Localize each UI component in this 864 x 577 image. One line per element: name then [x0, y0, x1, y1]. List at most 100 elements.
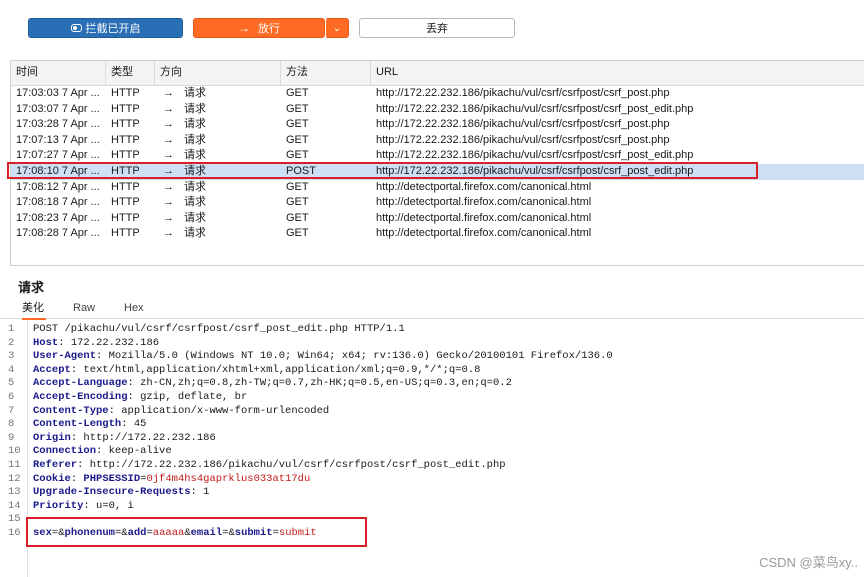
- cell-time: 17:07:13 7 Apr ...: [16, 133, 100, 146]
- header-name: Accept: [33, 363, 71, 376]
- line-content: Accept-Language: zh-CN,zh;q=0.8,zh-TW;q=…: [33, 377, 512, 391]
- table-row[interactable]: 17:08:23 7 Apr ... HTTP → 请求 GET http://detec…: [11, 211, 864, 227]
- cell-dir: → 请求: [155, 102, 281, 118]
- cell-method: GET: [286, 118, 309, 131]
- cell-time: 17:08:28 7 Apr ...: [16, 227, 100, 240]
- arrow-right-icon: →: [163, 211, 174, 224]
- header-value: zh-CN,zh;q=0.8,zh-TW;q=0.7,zh-HK;q=0.5,e…: [140, 377, 512, 390]
- arrow-right-icon: →: [163, 149, 174, 162]
- column-header-type[interactable]: 类型: [106, 61, 155, 85]
- line-number: 14: [8, 499, 21, 512]
- line-content: Content-Length: 45: [33, 418, 146, 432]
- line-content: Priority: u=0, i: [33, 500, 134, 514]
- cell-type: HTTP: [111, 87, 140, 99]
- forward-options-button[interactable]: ⌄: [325, 18, 349, 38]
- line-content: Referer: http://172.22.232.186/pikachu/v…: [33, 459, 506, 473]
- cookie-value: 0jf4m4hs4gaprklus033at17du: [146, 472, 311, 485]
- arrow-right-icon: →: [163, 133, 174, 146]
- table-row[interactable]: 17:07:13 7 Apr ... HTTP → 请求 GET http://172.2…: [11, 133, 864, 149]
- table-row[interactable]: 17:03:28 7 Apr ... HTTP → 请求 GET http://172.2…: [11, 117, 864, 133]
- column-header-method[interactable]: 方法: [281, 61, 371, 85]
- header-name: User-Agent: [33, 350, 97, 363]
- cell-dir: → 请求: [155, 117, 281, 133]
- tab-raw[interactable]: Raw: [73, 298, 99, 318]
- line-content: User-Agent: Mozilla/5.0 (Windows NT 10.0…: [33, 350, 613, 364]
- cell-time: 17:03:07 7 Apr ...: [16, 102, 100, 115]
- drop-label: 丢弃: [426, 23, 448, 35]
- cell-url: http://172.22.232.186/pikachu/vul/csrf/c…: [376, 87, 670, 99]
- line-number: 13: [8, 486, 21, 499]
- cell-method: GET: [286, 133, 309, 146]
- line-number: 1: [8, 323, 15, 335]
- arrow-right-icon: →: [163, 87, 174, 99]
- direction-label: 请求: [184, 149, 206, 162]
- cell-dir: → 请求: [155, 211, 281, 227]
- line-content: Content-Type: application/x-www-form-url…: [33, 405, 329, 419]
- line-content: Connection: keep-alive: [33, 445, 172, 459]
- cell-dir: → 请求: [155, 86, 281, 102]
- proxy-toolbar: 拦截已开启 → 放行 ⌄ 丢弃: [0, 0, 864, 58]
- header-value: 1: [203, 486, 210, 499]
- table-row[interactable]: 17:08:12 7 Apr ... HTTP → 请求 GET http://detec…: [11, 180, 864, 196]
- header-value: 45: [133, 418, 147, 431]
- header-sep: :: [70, 431, 84, 444]
- cell-time: 17:08:23 7 Apr ...: [16, 211, 100, 224]
- header-name: Connection: [33, 445, 97, 458]
- table-row[interactable]: 17:03:03 7 Apr ... HTTP → 请求 GET http://172.2…: [11, 86, 864, 102]
- header-value: http://172.22.232.186/pikachu/vul/csrf/c…: [89, 459, 506, 471]
- header-sep: :: [83, 499, 97, 512]
- direction-label: 请求: [184, 196, 206, 209]
- direction-label: 请求: [184, 133, 206, 146]
- line-number: 5: [8, 377, 15, 390]
- tab-pretty[interactable]: 美化: [22, 298, 46, 320]
- cell-method: GET: [286, 227, 309, 240]
- header-name: Priority: [33, 499, 84, 512]
- arrow-right-icon: →: [238, 21, 250, 35]
- header-value: gzip, deflate, br: [140, 391, 248, 403]
- column-header-time[interactable]: 时间: [11, 61, 106, 85]
- intercept-toggle-button[interactable]: 拦截已开启: [28, 18, 183, 38]
- header-sep: :: [70, 472, 84, 485]
- header-name: Accept-Language: [33, 377, 128, 390]
- cell-dir: → 请求: [155, 133, 281, 149]
- cell-type: HTTP: [111, 133, 140, 146]
- header-name: Origin: [33, 431, 71, 444]
- cell-dir: → 请求: [155, 180, 281, 196]
- table-row[interactable]: 17:03:07 7 Apr ... HTTP → 请求 GET http://172.2…: [11, 102, 864, 118]
- header-name: Accept-Encoding: [33, 391, 128, 403]
- forward-button[interactable]: → 放行: [193, 18, 325, 38]
- column-header-direction[interactable]: 方向: [155, 61, 281, 85]
- header-sep: :: [77, 459, 90, 471]
- header-sep: :: [121, 418, 134, 431]
- line-number: 16: [8, 527, 21, 539]
- header-sep: :: [190, 486, 204, 499]
- cell-time: 17:03:03 7 Apr ...: [16, 87, 100, 99]
- cell-url: http://detectportal.firefox.com/canonica…: [376, 227, 592, 240]
- cell-url: http://detectportal.firefox.com/canonica…: [376, 196, 592, 209]
- header-name: Content-Type: [33, 404, 109, 417]
- cell-type: HTTP: [111, 180, 140, 193]
- request-panel-title: 请求: [18, 280, 45, 295]
- line-content: POST /pikachu/vul/csrf/csrfpost/csrf_pos…: [33, 323, 405, 337]
- direction-label: 请求: [184, 118, 206, 131]
- table-row[interactable]: 17:08:28 7 Apr ... HTTP → 请求 GET http://detec…: [11, 226, 864, 242]
- cell-type: HTTP: [111, 227, 140, 240]
- line-number: 10: [8, 445, 21, 458]
- cell-time: 17:03:28 7 Apr ...: [16, 118, 100, 131]
- header-value: keep-alive: [108, 445, 172, 458]
- column-header-url[interactable]: URL: [371, 61, 864, 85]
- table-row[interactable]: 17:08:18 7 Apr ... HTTP → 请求 GET http://detec…: [11, 195, 864, 211]
- drop-button[interactable]: 丢弃: [359, 18, 515, 38]
- header-sep: :: [70, 363, 84, 376]
- line-content: Accept: text/html,application/xhtml+xml,…: [33, 364, 480, 378]
- cell-type: HTTP: [111, 196, 140, 209]
- tab-hex[interactable]: Hex: [124, 298, 148, 318]
- header-value: Mozilla/5.0 (Windows NT 10.0; Win64; x64…: [108, 350, 613, 363]
- header-name: Upgrade-Insecure-Requests: [33, 486, 191, 499]
- line-number: 15: [8, 513, 21, 526]
- cell-method: GET: [286, 180, 309, 193]
- toggle-icon: [70, 24, 82, 32]
- cell-method: GET: [286, 102, 309, 115]
- line-number: 4: [8, 363, 15, 376]
- arrow-right-icon: →: [163, 102, 174, 115]
